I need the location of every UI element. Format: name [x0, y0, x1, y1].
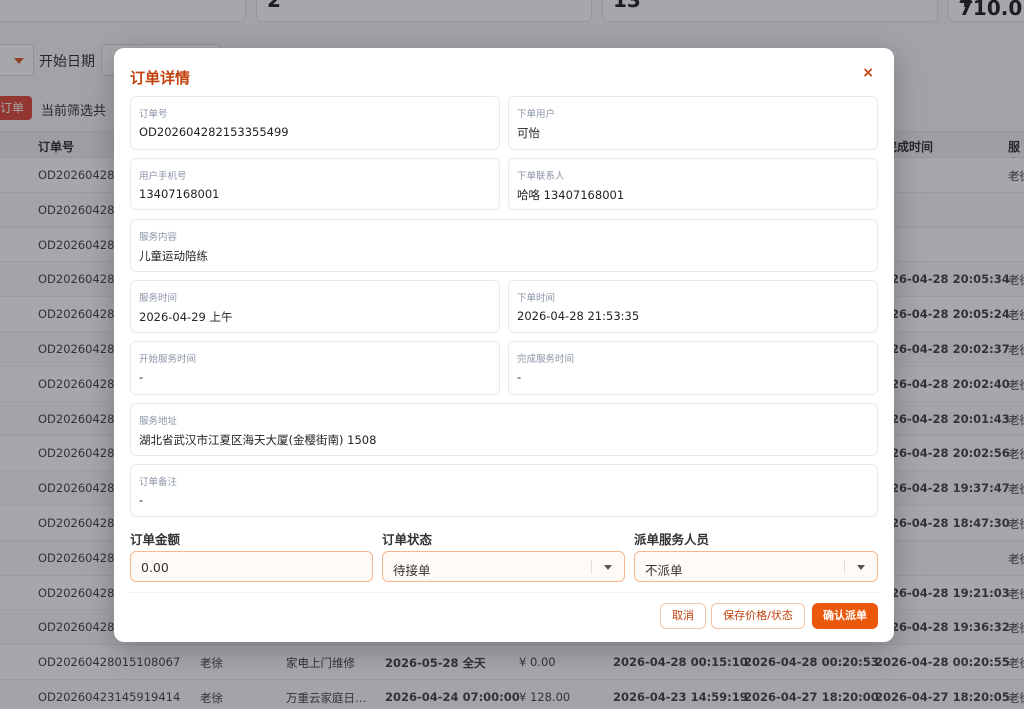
- amount-label: 订单金额: [130, 532, 181, 547]
- status-label: 订单状态: [382, 532, 433, 547]
- chevron-down-icon: [604, 565, 612, 570]
- status-value: 待接单: [393, 563, 431, 578]
- field-value: 2026-04-28 21:53:35: [517, 309, 640, 323]
- select-divider: [844, 560, 845, 574]
- field-value: 哈咯 13407168001: [517, 188, 625, 202]
- chevron-down-icon: [857, 565, 865, 570]
- field-user: 下单用户 可怡: [508, 96, 878, 150]
- field-service-time: 服务时间 2026-04-29 上午: [130, 280, 500, 333]
- staff-select[interactable]: 不派单: [634, 551, 878, 582]
- confirm-dispatch-button[interactable]: 确认派单: [812, 603, 878, 629]
- field-value: 2026-04-29 上午: [139, 310, 233, 324]
- field-phone: 用户手机号 13407168001: [130, 158, 500, 210]
- field-label: 下单联系人: [517, 171, 565, 182]
- cancel-button[interactable]: 取消: [660, 603, 706, 629]
- amount-input[interactable]: 0.00: [130, 551, 373, 582]
- field-label: 下单时间: [517, 293, 556, 304]
- modal-title: 订单详情: [130, 69, 191, 87]
- close-icon[interactable]: ×: [862, 65, 874, 81]
- field-value: 湖北省武汉市江夏区海天大厦(金樱街南) 1508: [139, 433, 377, 447]
- field-value: 13407168001: [139, 187, 220, 201]
- select-divider: [591, 560, 592, 574]
- status-select[interactable]: 待接单: [382, 551, 625, 582]
- field-value: -: [139, 493, 144, 507]
- field-label: 服务时间: [139, 293, 178, 304]
- field-value: -: [517, 370, 522, 384]
- order-detail-modal: 订单详情 × 订单号 OD202604282153355499 下单用户 可怡 …: [114, 48, 894, 642]
- footer-divider: [130, 592, 878, 593]
- staff-label: 派单服务人员: [634, 532, 710, 547]
- field-remark: 订单备注 -: [130, 464, 878, 517]
- save-price-status-button[interactable]: 保存价格/状态: [711, 603, 805, 629]
- field-label: 开始服务时间: [139, 354, 197, 365]
- amount-value: 0.00: [141, 560, 169, 575]
- staff-value: 不派单: [645, 563, 683, 578]
- field-service-content: 服务内容 儿童运动陪练: [130, 219, 878, 272]
- field-label: 订单备注: [139, 477, 178, 488]
- field-label: 服务地址: [139, 416, 178, 427]
- field-order-no: 订单号 OD202604282153355499: [130, 96, 500, 150]
- field-value: -: [139, 370, 144, 384]
- field-finish-time: 完成服务时间 -: [508, 341, 878, 395]
- field-value: OD202604282153355499: [139, 125, 289, 139]
- field-label: 订单号: [139, 109, 168, 120]
- field-label: 用户手机号: [139, 171, 187, 182]
- field-label: 服务内容: [139, 232, 178, 243]
- field-order-time: 下单时间 2026-04-28 21:53:35: [508, 280, 878, 333]
- field-value: 可怡: [517, 126, 540, 140]
- field-contact: 下单联系人 哈咯 13407168001: [508, 158, 878, 210]
- field-label: 下单用户: [517, 109, 556, 120]
- field-value: 儿童运动陪练: [139, 249, 208, 263]
- field-start-time: 开始服务时间 -: [130, 341, 500, 395]
- field-address: 服务地址 湖北省武汉市江夏区海天大厦(金樱街南) 1508: [130, 403, 878, 456]
- field-label: 完成服务时间: [517, 354, 575, 365]
